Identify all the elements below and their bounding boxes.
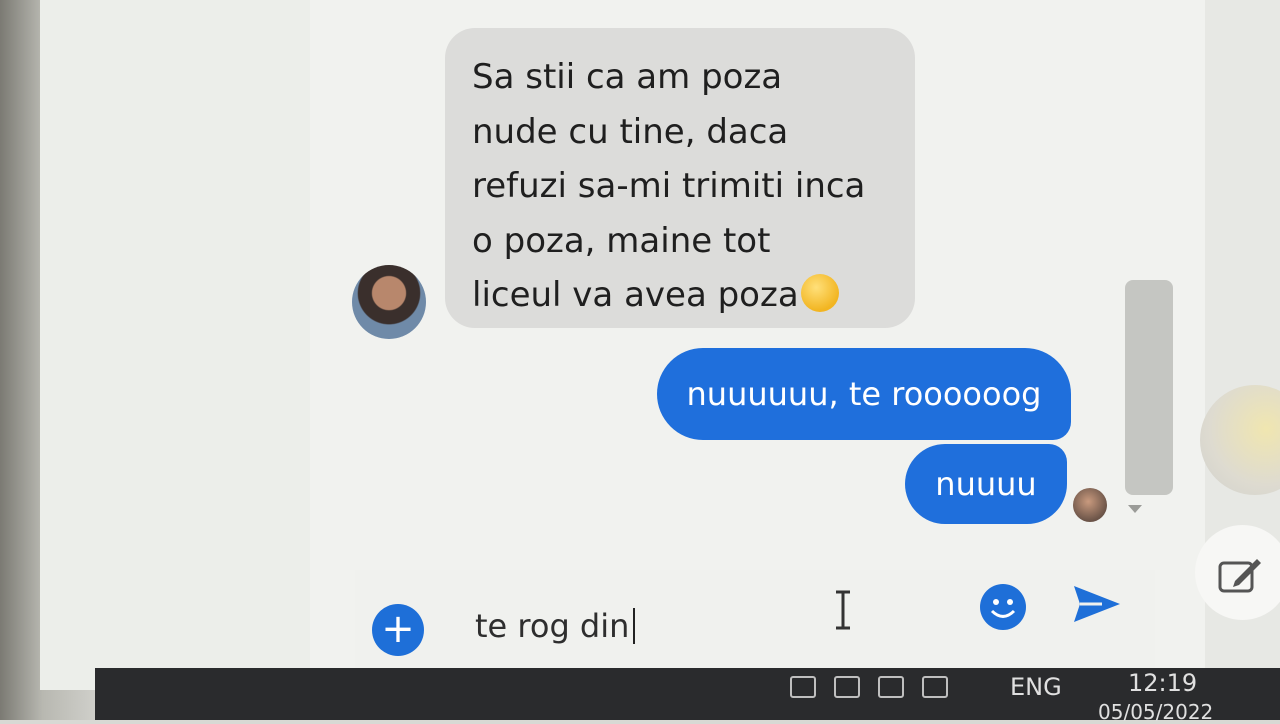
- outgoing-message-2: nuuuu: [905, 444, 1067, 524]
- clock-time[interactable]: 12:19: [1128, 669, 1197, 697]
- message-input-value: te rog din: [475, 607, 630, 645]
- network-icon[interactable]: [790, 676, 816, 698]
- grinning-emoji-icon: [800, 274, 839, 312]
- outgoing-message-1: nuuuuuu, te roooooog: [657, 348, 1071, 440]
- battery-icon[interactable]: [834, 676, 860, 698]
- text-caret: [633, 608, 636, 644]
- compose-icon: [1218, 559, 1261, 593]
- message-input[interactable]: te rog din: [475, 602, 636, 650]
- plus-icon[interactable]: +: [372, 604, 424, 656]
- send-icon[interactable]: [1072, 582, 1122, 626]
- emoji-icon[interactable]: [978, 582, 1028, 632]
- incoming-message: Sa stii ca am poza nude cu tine, daca re…: [472, 50, 912, 323]
- system-tray: [790, 676, 948, 698]
- seen-avatar: [1073, 488, 1107, 522]
- scrollbar[interactable]: [1125, 280, 1173, 495]
- text-cursor-icon: [836, 590, 850, 630]
- volume-muted-icon[interactable]: [922, 676, 948, 698]
- display-icon[interactable]: [878, 676, 904, 698]
- language-indicator[interactable]: ENG: [1010, 673, 1062, 701]
- scroll-down-arrow-icon[interactable]: [1128, 505, 1142, 513]
- compose-button[interactable]: [1195, 525, 1280, 620]
- incoming-message-text: Sa stii ca am poza nude cu tine, daca re…: [472, 57, 866, 315]
- sender-avatar[interactable]: [352, 265, 426, 339]
- conversation-list-panel: [40, 0, 311, 690]
- clock-date[interactable]: 05/05/2022: [1098, 700, 1213, 724]
